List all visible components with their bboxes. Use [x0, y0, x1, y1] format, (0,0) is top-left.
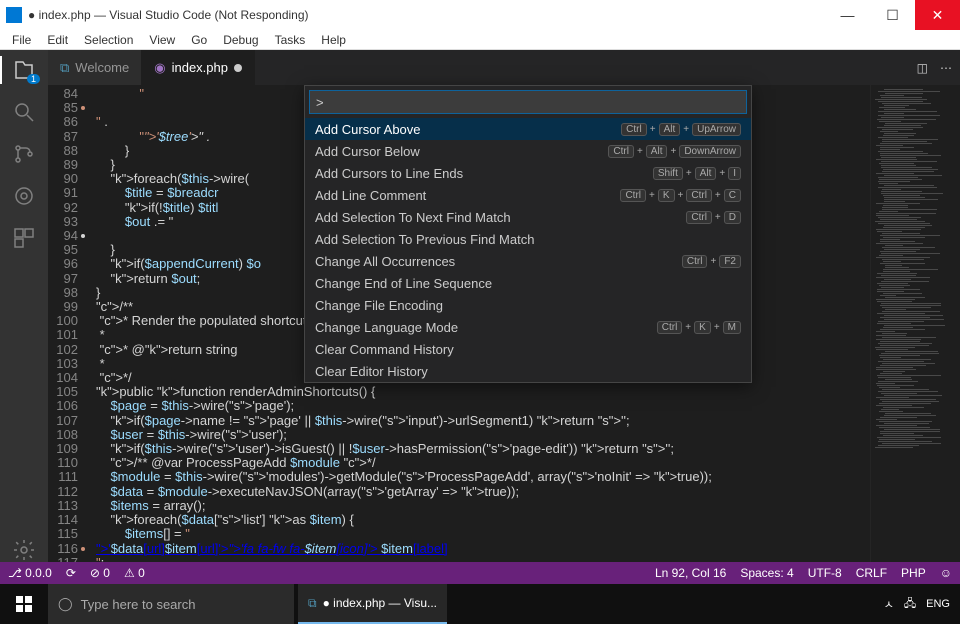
- palette-item[interactable]: Change End of Line Sequence: [305, 272, 751, 294]
- vscode-icon: [6, 7, 22, 23]
- palette-item-label: Add Cursors to Line Ends: [315, 166, 653, 181]
- status-warnings[interactable]: ⚠ 0: [124, 566, 145, 580]
- palette-item-label: Change Language Mode: [315, 320, 657, 335]
- taskbar-search[interactable]: ◯ Type here to search: [48, 584, 294, 624]
- palette-item[interactable]: Add Cursor AboveCtrl+Alt+UpArrow: [305, 118, 751, 140]
- menu-edit[interactable]: Edit: [39, 31, 76, 49]
- search-placeholder: Type here to search: [81, 597, 196, 612]
- palette-item[interactable]: Add Selection To Previous Find Match: [305, 228, 751, 250]
- windows-taskbar: ◯ Type here to search ⧉ ● index.php — Vi…: [0, 584, 960, 624]
- minimize-button[interactable]: —: [825, 0, 870, 30]
- tray-up-icon[interactable]: ㅅ: [884, 596, 894, 612]
- palette-item[interactable]: Clear Editor History: [305, 360, 751, 382]
- palette-item[interactable]: Add Cursors to Line EndsShift+Alt+I: [305, 162, 751, 184]
- palette-item-keys: Ctrl+K+M: [657, 321, 741, 334]
- tab-index-php[interactable]: ◉ index.php: [142, 50, 255, 85]
- menu-help[interactable]: Help: [313, 31, 354, 49]
- tab-label: index.php: [172, 60, 228, 75]
- status-eol[interactable]: CRLF: [856, 566, 887, 580]
- vscode-task-icon: ⧉: [308, 596, 317, 611]
- palette-item[interactable]: Add Line CommentCtrl+K+Ctrl+C: [305, 184, 751, 206]
- status-sync-icon[interactable]: ⟳: [66, 566, 76, 580]
- palette-item[interactable]: Change File Encoding: [305, 294, 751, 316]
- debug-icon[interactable]: [12, 184, 36, 208]
- palette-item-label: Change File Encoding: [315, 298, 741, 313]
- palette-item-label: Add Cursor Above: [315, 122, 621, 137]
- palette-item-keys: Ctrl+F2: [682, 255, 741, 268]
- editor-tabs: ⧉ Welcome ◉ index.php ◫ ⋯: [48, 50, 960, 85]
- tab-label: Welcome: [75, 60, 129, 75]
- cortana-icon: ◯: [58, 596, 73, 612]
- status-errors[interactable]: ⊘ 0: [90, 566, 110, 580]
- palette-item[interactable]: Add Selection To Next Find MatchCtrl+D: [305, 206, 751, 228]
- minimap[interactable]: [870, 85, 960, 562]
- source-control-icon[interactable]: [12, 142, 36, 166]
- menu-tasks[interactable]: Tasks: [267, 31, 314, 49]
- palette-item-label: Add Selection To Next Find Match: [315, 210, 686, 225]
- taskbar-vscode[interactable]: ⧉ ● index.php — Visu...: [298, 584, 447, 624]
- dirty-dot-icon: [234, 64, 242, 72]
- palette-item-keys: Ctrl+K+Ctrl+C: [620, 189, 741, 202]
- menu-debug[interactable]: Debug: [215, 31, 266, 49]
- status-bar: ⎇ 0.0.0 ⟳ ⊘ 0 ⚠ 0 Ln 92, Col 16 Spaces: …: [0, 562, 960, 584]
- window-title: ● index.php — Visual Studio Code (Not Re…: [28, 8, 825, 22]
- palette-item[interactable]: Change All OccurrencesCtrl+F2: [305, 250, 751, 272]
- palette-item-label: Change End of Line Sequence: [315, 276, 741, 291]
- search-icon[interactable]: [12, 100, 36, 124]
- explorer-badge: 1: [27, 74, 40, 84]
- start-button[interactable]: [0, 584, 48, 624]
- menu-file[interactable]: File: [4, 31, 39, 49]
- settings-icon[interactable]: [12, 538, 36, 562]
- vscode-tab-icon: ⧉: [60, 60, 69, 76]
- status-language[interactable]: PHP: [901, 566, 926, 580]
- split-editor-icon[interactable]: ◫: [917, 61, 928, 75]
- menu-go[interactable]: Go: [183, 31, 215, 49]
- window-titlebar: ● index.php — Visual Studio Code (Not Re…: [0, 0, 960, 30]
- palette-item-label: Change All Occurrences: [315, 254, 682, 269]
- status-spaces[interactable]: Spaces: 4: [740, 566, 793, 580]
- palette-item-keys: Ctrl+D: [686, 211, 741, 224]
- status-position[interactable]: Ln 92, Col 16: [655, 566, 726, 580]
- tray-network-icon[interactable]: 🖧: [904, 595, 916, 614]
- activity-bar: 1: [0, 50, 48, 562]
- extensions-icon[interactable]: [12, 226, 36, 250]
- palette-item[interactable]: Change Language ModeCtrl+K+M: [305, 316, 751, 338]
- palette-item-keys: Ctrl+Alt+UpArrow: [621, 123, 741, 136]
- command-palette: Add Cursor AboveCtrl+Alt+UpArrowAdd Curs…: [304, 85, 752, 383]
- maximize-button[interactable]: ☐: [870, 0, 915, 30]
- menu-bar: File Edit Selection View Go Debug Tasks …: [0, 30, 960, 50]
- menu-view[interactable]: View: [141, 31, 183, 49]
- status-feedback-icon[interactable]: ☺: [940, 566, 952, 580]
- palette-item[interactable]: Add Cursor BelowCtrl+Alt+DownArrow: [305, 140, 751, 162]
- palette-item-label: Clear Editor History: [315, 364, 741, 379]
- palette-item-label: Add Selection To Previous Find Match: [315, 232, 741, 247]
- palette-item-label: Add Line Comment: [315, 188, 620, 203]
- status-branch[interactable]: ⎇ 0.0.0: [8, 566, 52, 580]
- palette-item[interactable]: Clear Command History: [305, 338, 751, 360]
- close-button[interactable]: ✕: [915, 0, 960, 30]
- palette-item-label: Add Cursor Below: [315, 144, 608, 159]
- explorer-icon[interactable]: 1: [12, 58, 36, 82]
- task-title: ● index.php — Visu...: [323, 596, 437, 610]
- palette-item-keys: Ctrl+Alt+DownArrow: [608, 145, 741, 158]
- status-encoding[interactable]: UTF-8: [808, 566, 842, 580]
- command-input[interactable]: [309, 90, 747, 114]
- php-icon: ◉: [154, 60, 165, 76]
- palette-item-label: Clear Command History: [315, 342, 741, 357]
- menu-selection[interactable]: Selection: [76, 31, 141, 49]
- more-icon[interactable]: ⋯: [940, 61, 952, 75]
- tab-welcome[interactable]: ⧉ Welcome: [48, 50, 142, 85]
- palette-item-keys: Shift+Alt+I: [653, 167, 741, 180]
- line-gutter: 8485868788899091929394959697989910010110…: [48, 85, 96, 562]
